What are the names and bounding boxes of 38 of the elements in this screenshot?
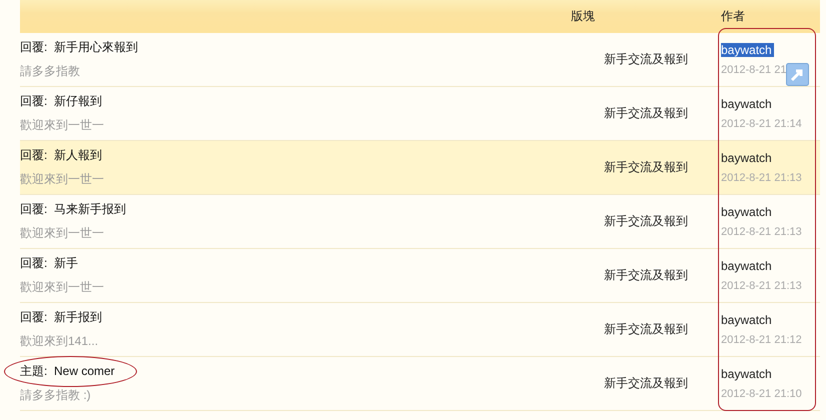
topic-title[interactable]: 回覆: 新人報到 <box>20 147 102 164</box>
topic-summary: 請多多指教 <box>20 63 80 80</box>
author-name[interactable]: baywatch <box>721 205 774 219</box>
author-name[interactable]: baywatch <box>721 259 774 273</box>
topic-summary: 請多多指教 :) <box>20 387 91 404</box>
topic-title[interactable]: 主題: New comer <box>20 363 115 380</box>
board-name: 新手交流及報到 <box>604 267 688 284</box>
topic-title[interactable]: 回覆: 新手 <box>20 255 78 272</box>
topic-summary: 歡迎來到一世一 <box>20 171 104 188</box>
author-name[interactable]: baywatch <box>721 97 774 111</box>
author-name[interactable]: baywatch <box>721 313 774 327</box>
post-time: 2012-8-21 21:10 <box>721 388 802 400</box>
board-name: 新手交流及報到 <box>604 51 688 68</box>
board-name: 新手交流及報到 <box>604 375 688 392</box>
post-time: 2012-8-21 21:13 <box>721 226 802 238</box>
topic-row[interactable]: 回覆: 新人報到 歡迎來到一世一 新手交流及報到 baywatch 2012-8-21 21:13 <box>20 141 820 195</box>
author-name[interactable]: baywatch <box>721 43 774 57</box>
post-time: 2012-8-21 21:12 <box>721 334 802 346</box>
post-time: 2012-8-21 21:14 <box>721 118 802 130</box>
column-header: 作者 <box>721 8 746 25</box>
topic-title[interactable]: 回覆: 新手报到 <box>20 309 102 326</box>
post-time: 2012-8-21 21:13 <box>721 280 802 292</box>
topic-summary: 歡迎來到一世一 <box>20 225 104 242</box>
board-name: 新手交流及報到 <box>604 105 688 122</box>
board-name: 新手交流及報到 <box>604 321 688 338</box>
topic-summary: 歡迎來到一世一 <box>20 279 104 296</box>
author-name[interactable]: baywatch <box>721 367 774 381</box>
author-name[interactable]: baywatch <box>721 151 774 165</box>
post-time: 2012-8-21 21:13 <box>721 172 802 184</box>
topic-summary: 歡迎來到一世一 <box>20 117 104 134</box>
board-name: 新手交流及報到 <box>604 213 688 230</box>
topic-title[interactable]: 回覆: 马来新手报到 <box>20 201 126 218</box>
topic-summary: 歡迎來到141... <box>20 333 98 350</box>
post-time: 2012-8-21 21 <box>721 64 786 76</box>
column-header: 版塊 <box>571 8 596 25</box>
board-name: 新手交流及報到 <box>604 159 688 176</box>
topic-title[interactable]: 回覆: 新手用心來報到 <box>20 39 138 56</box>
topic-title[interactable]: 回覆: 新仔報到 <box>20 93 102 110</box>
